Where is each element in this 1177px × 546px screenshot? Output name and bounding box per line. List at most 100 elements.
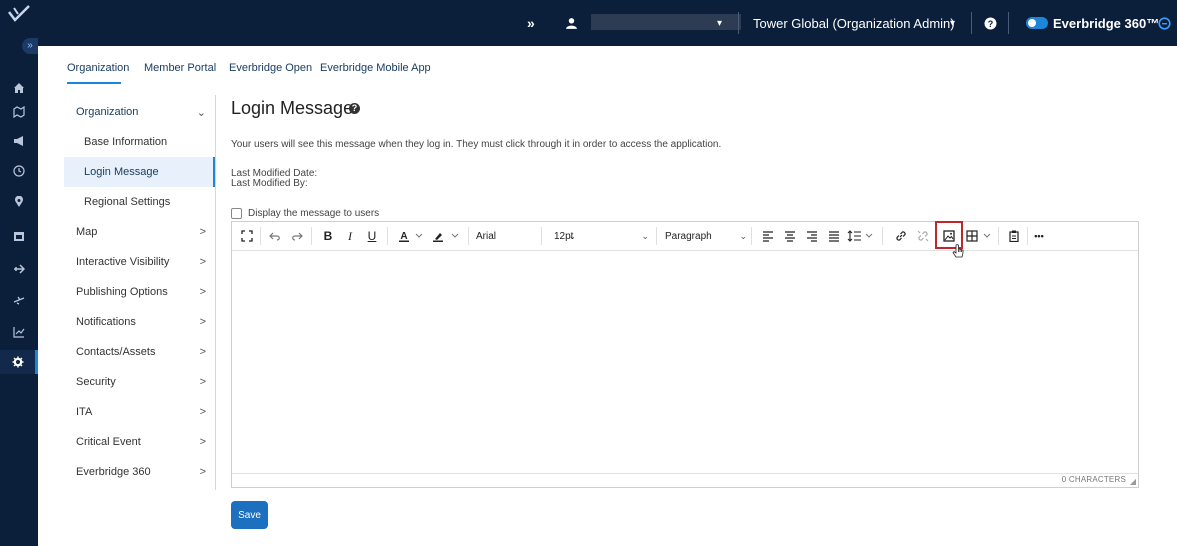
product-label: Everbridge 360™ xyxy=(1053,15,1160,31)
italic-button[interactable]: I xyxy=(342,227,358,245)
display-message-option[interactable]: Display the message to users xyxy=(231,208,379,219)
resize-handle-icon[interactable]: ◢ xyxy=(1130,477,1136,486)
pin-icon[interactable] xyxy=(0,190,38,214)
sidebar-item-label: ITA xyxy=(76,406,93,418)
help-icon[interactable]: ? xyxy=(984,0,997,46)
divider xyxy=(971,12,972,34)
character-count: 0 CHARACTERS xyxy=(1061,475,1126,484)
tab-everbridge-mobile-app[interactable]: Everbridge Mobile App xyxy=(320,62,431,74)
toolbar-separator xyxy=(311,227,312,245)
clock-icon[interactable] xyxy=(0,159,38,183)
editor-content-area[interactable] xyxy=(232,251,1138,475)
map-icon[interactable] xyxy=(0,100,38,124)
expand-icon[interactable]: » xyxy=(22,38,38,54)
org-dropdown-caret[interactable]: ▾ xyxy=(950,0,955,46)
sidebar-item-login-message[interactable]: Login Message xyxy=(64,157,215,187)
chart-icon[interactable] xyxy=(0,320,38,344)
link-icon[interactable] xyxy=(893,227,909,245)
org-selector[interactable]: Tower Global (Organization Admin) xyxy=(753,0,955,46)
sidebar-item-notifications[interactable]: Notifications > xyxy=(64,307,214,337)
chevron-right-icon: > xyxy=(199,376,206,388)
sidebar-item-organization[interactable]: Organization ⌄ xyxy=(64,97,214,127)
chevron-right-icon: > xyxy=(199,316,206,328)
chevron-right-icon: > xyxy=(199,286,206,298)
align-right-icon[interactable] xyxy=(804,227,820,245)
sidebar-item-label: Base Information xyxy=(84,136,168,148)
sidebar-item-security[interactable]: Security > xyxy=(64,367,214,397)
toolbar-separator xyxy=(998,227,999,245)
user-icon[interactable] xyxy=(565,0,578,46)
align-center-icon[interactable] xyxy=(782,227,798,245)
left-rail: » xyxy=(0,0,38,546)
sidebar-item-label: Everbridge 360 xyxy=(76,466,151,478)
block-format-value: Paragraph xyxy=(665,230,712,242)
settings-icon[interactable] xyxy=(0,350,38,374)
sidebar-item-base-information[interactable]: Base Information xyxy=(64,127,214,157)
align-left-icon[interactable] xyxy=(760,227,776,245)
bold-button[interactable]: B xyxy=(320,227,336,245)
page-description: Your users will see this message when th… xyxy=(231,139,722,150)
text-color-icon[interactable]: A xyxy=(398,227,428,245)
font-size-select[interactable]: 12pt ⌄ xyxy=(554,227,649,245)
more-options-button[interactable]: ••• xyxy=(1030,227,1048,245)
font-size-value: 12pt xyxy=(554,230,574,242)
page-title: Login Message xyxy=(231,98,354,118)
undo-icon[interactable] xyxy=(266,227,284,245)
sidebar-item-critical-event[interactable]: Critical Event > xyxy=(64,427,214,457)
underline-button[interactable]: U xyxy=(364,227,380,245)
toolbar-separator xyxy=(1027,227,1028,245)
megaphone-icon[interactable] xyxy=(0,129,38,153)
flight-icon[interactable] xyxy=(0,288,38,312)
sidebar-item-publishing-options[interactable]: Publishing Options > xyxy=(64,277,214,307)
align-justify-icon[interactable] xyxy=(826,227,842,245)
table-icon[interactable] xyxy=(966,227,996,245)
toolbar-separator xyxy=(387,227,388,245)
logo-icon[interactable] xyxy=(6,2,32,28)
chevron-down-icon: ⌄ xyxy=(641,230,649,241)
last-modified-by: Last Modified By: xyxy=(231,178,308,189)
sidebar-item-label: Contacts/Assets xyxy=(76,346,156,358)
highlight-color-icon[interactable] xyxy=(432,227,464,245)
redo-icon[interactable] xyxy=(288,227,306,245)
chevron-right-icon: > xyxy=(199,436,206,448)
chevron-down-icon: ⌄ xyxy=(739,230,747,241)
display-message-label: Display the message to users xyxy=(248,208,380,219)
toolbar-separator xyxy=(468,227,469,245)
toolbar-separator xyxy=(541,227,542,245)
help-icon[interactable]: ? xyxy=(349,103,360,114)
tab-everbridge-open[interactable]: Everbridge Open xyxy=(229,62,312,74)
top-bar: » ▾ Tower Global (Organization Admin) ▾ … xyxy=(38,0,1177,46)
block-format-select[interactable]: Paragraph ⌄ xyxy=(665,227,747,245)
calendar-icon[interactable] xyxy=(0,224,38,248)
line-height-icon[interactable] xyxy=(847,227,877,245)
plane-icon[interactable] xyxy=(0,257,38,281)
sidebar-item-contacts-assets[interactable]: Contacts/Assets > xyxy=(64,337,214,367)
toolbar-separator xyxy=(751,227,752,245)
sidebar-item-ita[interactable]: ITA > xyxy=(64,397,214,427)
divider xyxy=(1008,12,1009,34)
sidebar-item-map[interactable]: Map > xyxy=(64,217,214,247)
forward-button[interactable]: » xyxy=(527,0,535,46)
unlink-icon[interactable] xyxy=(915,227,931,245)
editor-statusbar: 0 CHARACTERS ◢ xyxy=(232,473,1138,487)
home-icon[interactable] xyxy=(0,76,38,100)
save-button[interactable]: Save xyxy=(231,501,268,529)
paste-icon[interactable] xyxy=(1006,227,1022,245)
tab-member-portal[interactable]: Member Portal xyxy=(144,62,216,74)
svg-text:A: A xyxy=(400,231,407,242)
sidebar-item-interactive-visibility[interactable]: Interactive Visibility > xyxy=(64,247,214,277)
user-dropdown-caret[interactable]: ▾ xyxy=(717,0,722,46)
toolbar-separator xyxy=(882,227,883,245)
info-circle-icon[interactable] xyxy=(1158,0,1171,46)
rich-text-editor: B I U A Arial ⌄ 12pt ⌄ Paragraph ⌄ ••• 0… xyxy=(231,221,1139,488)
font-family-value: Arial xyxy=(476,230,497,242)
product-toggle[interactable] xyxy=(1026,17,1048,29)
hand-cursor-icon xyxy=(952,244,964,258)
sidebar-item-regional-settings[interactable]: Regional Settings xyxy=(64,187,214,217)
fullscreen-icon[interactable] xyxy=(238,227,256,245)
editor-toolbar: B I U A Arial ⌄ 12pt ⌄ Paragraph ⌄ ••• xyxy=(232,221,1138,251)
toolbar-separator xyxy=(260,227,261,245)
tab-organization[interactable]: Organization xyxy=(67,62,129,74)
display-message-checkbox[interactable] xyxy=(231,208,242,219)
sidebar-item-everbridge-360[interactable]: Everbridge 360 > xyxy=(64,457,214,487)
